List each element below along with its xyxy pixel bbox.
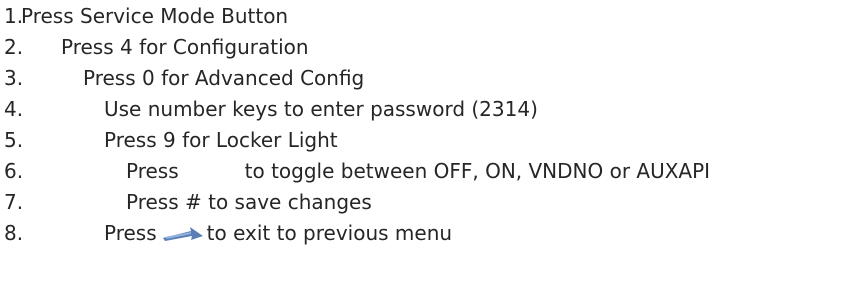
list-item: 7. Press # to save changes <box>4 187 867 218</box>
step-number: 4. <box>4 97 24 121</box>
step-text-before: Press <box>126 159 179 183</box>
list-item: 4. Use number keys to enter password (23… <box>4 94 867 125</box>
step-text: Press 4 for Configuration <box>61 35 309 59</box>
list-item: 8. Press to exit to previous menu <box>4 218 867 249</box>
step-number: 8. <box>4 221 24 245</box>
list-item: 2. Press 4 for Configuration <box>4 32 867 63</box>
list-item: 3. Press 0 for Advanced Config <box>4 63 867 94</box>
step-number: 2. <box>4 35 24 59</box>
back-arrow-icon <box>162 227 203 241</box>
list-item: 6. Press to toggle between OFF, ON, VNDNO… <box>4 156 867 187</box>
step-number: 3. <box>4 66 24 90</box>
step-text: Press 0 for Advanced Config <box>83 66 365 90</box>
step-text: Press to exit to previous menu <box>104 218 452 249</box>
step-text: Press Service Mode Button <box>21 4 289 28</box>
instruction-list: 1. Press Service Mode Button 2. Press 4 … <box>4 1 867 249</box>
step-text: Press to toggle between OFF, ON, VNDNO or… <box>126 156 710 187</box>
step-number: 6. <box>4 159 24 183</box>
list-item: 1. Press Service Mode Button <box>4 1 867 32</box>
list-item: 5. Press 9 for Locker Light <box>4 125 867 156</box>
step-text: Press # to save changes <box>126 190 372 214</box>
step-text-after: to toggle between OFF, ON, VNDNO or AUXA… <box>244 159 711 183</box>
step-text: Press 9 for Locker Light <box>104 128 338 152</box>
step-text: Use number keys to enter password (2314) <box>104 97 538 121</box>
step-text-before: Press <box>104 221 157 245</box>
step-number: 7. <box>4 190 24 214</box>
step-number: 5. <box>4 128 24 152</box>
step-text-after: to exit to previous menu <box>206 221 453 245</box>
